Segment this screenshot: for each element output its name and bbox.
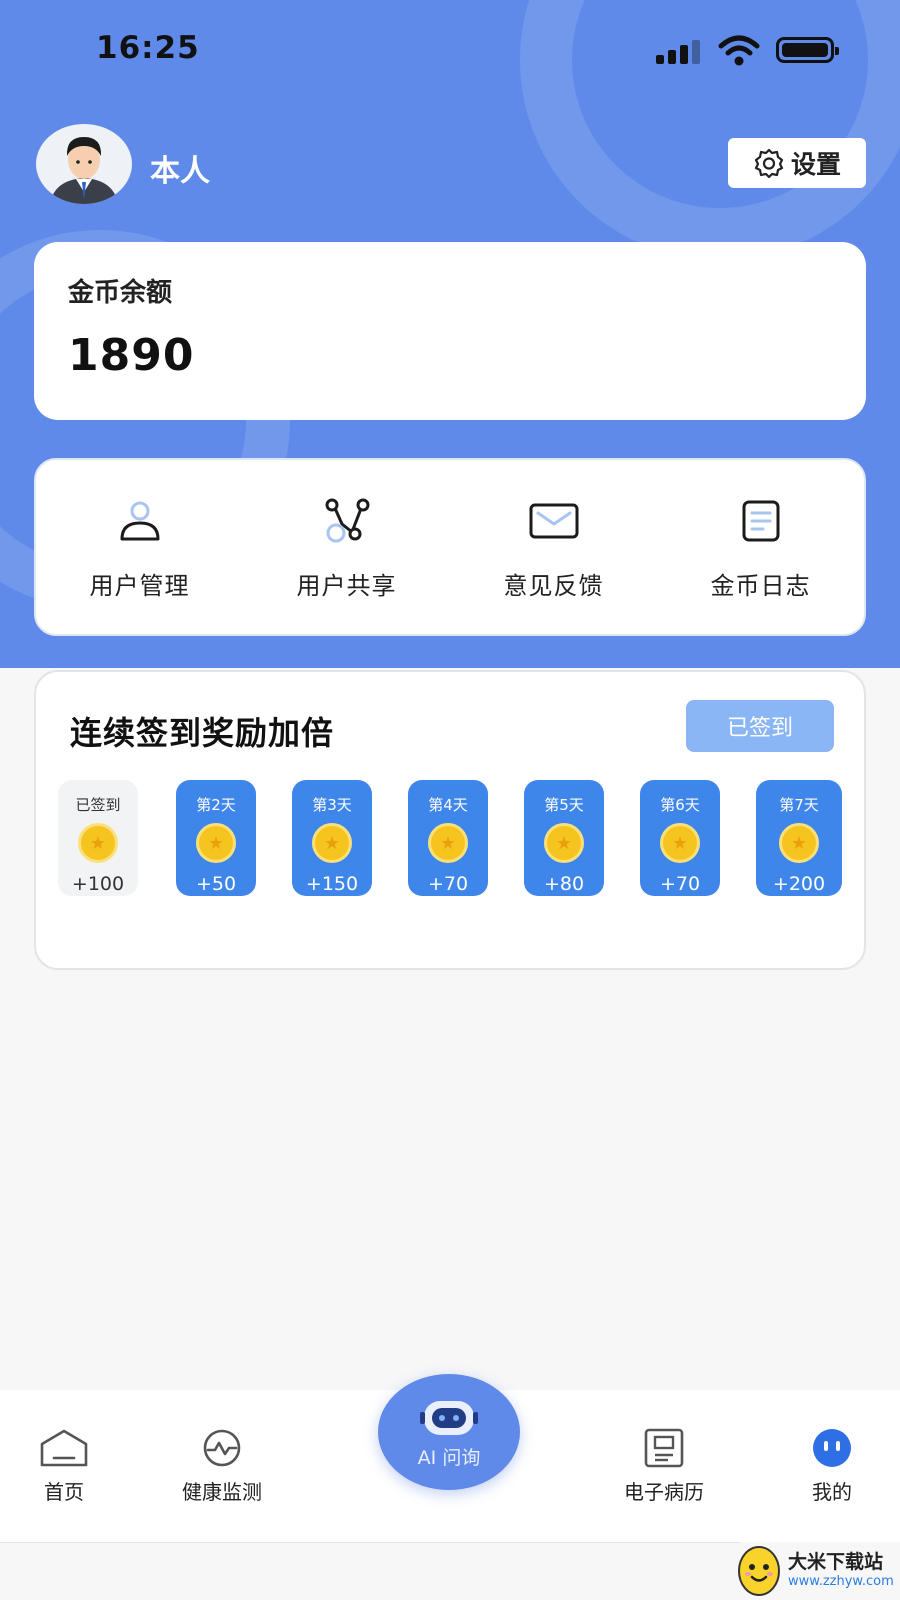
checkin-day-2[interactable]: 第2天 ★ +50 — [176, 780, 256, 896]
menu-item-coin-log[interactable]: 金币日志 — [657, 460, 864, 634]
avatar[interactable] — [36, 124, 132, 204]
settings-button[interactable]: 设置 — [728, 138, 866, 188]
document-icon — [742, 500, 779, 542]
tab-medical-records[interactable]: 电子病历 — [624, 1428, 704, 1505]
balance-value: 1890 — [68, 330, 195, 381]
watermark-url: www.zzhyw.com — [788, 1574, 894, 1589]
avatar-person-icon — [50, 137, 118, 204]
day-label: 第6天 — [660, 796, 700, 814]
tab-label: 电子病历 — [624, 1480, 704, 1504]
day-reward: +70 — [427, 873, 469, 895]
cellular-signal-icon — [656, 38, 704, 64]
tab-label: 我的 — [812, 1480, 852, 1504]
tab-label: AI 问询 — [417, 1446, 481, 1469]
tab-mine[interactable]: 我的 — [806, 1428, 858, 1505]
coin-icon: ★ — [78, 823, 118, 863]
checkin-title: 连续签到奖励加倍 — [70, 714, 335, 752]
status-time: 16:25 — [96, 30, 200, 66]
health-monitor-icon — [203, 1429, 241, 1467]
mail-icon — [529, 503, 578, 539]
menu-item-user-management[interactable]: 用户管理 — [36, 460, 243, 634]
checkin-day-4[interactable]: 第4天 ★ +70 — [408, 780, 488, 896]
day-reward: +200 — [772, 873, 826, 895]
day-label: 第2天 — [196, 796, 236, 814]
menu-item-feedback[interactable]: 意见反馈 — [450, 460, 657, 634]
menu-item-label: 意见反馈 — [503, 572, 604, 600]
checkin-card: 连续签到奖励加倍 已签到 已签到 ★ +100 第2天 ★ +50 第3天 ★ … — [34, 670, 866, 970]
home-icon — [40, 1429, 88, 1467]
coin-icon: ★ — [196, 823, 236, 863]
checkin-day-6[interactable]: 第6天 ★ +70 — [640, 780, 720, 896]
medical-record-icon — [644, 1428, 684, 1468]
function-menu: 用户管理 用户共享 意见反馈 金币日志 — [34, 458, 866, 636]
coin-balance-card: 金币余额 1890 — [34, 242, 866, 420]
settings-label: 设置 — [790, 150, 841, 179]
tab-health-monitoring[interactable]: 健康监测 — [182, 1428, 262, 1505]
ai-consult-button[interactable]: AI 问询 — [378, 1374, 520, 1490]
day-reward: +150 — [305, 873, 359, 895]
status-bar: 16:25 — [0, 0, 900, 100]
tab-label: 健康监测 — [182, 1480, 262, 1504]
checkin-day-5[interactable]: 第5天 ★ +80 — [524, 780, 604, 896]
gear-icon — [754, 148, 784, 179]
wifi-icon — [718, 35, 760, 66]
checkin-day-1[interactable]: 已签到 ★ +100 — [58, 780, 138, 896]
coin-icon: ★ — [428, 823, 468, 863]
balance-title: 金币余额 — [68, 278, 173, 308]
coin-icon: ★ — [779, 823, 819, 863]
menu-item-user-sharing[interactable]: 用户共享 — [243, 460, 450, 634]
bottom-divider — [0, 1542, 740, 1543]
menu-item-label: 金币日志 — [710, 572, 811, 600]
day-label: 第5天 — [544, 796, 584, 814]
checkin-day-7[interactable]: 第7天 ★ +200 — [756, 780, 842, 896]
share-icon — [325, 498, 369, 543]
tab-home[interactable]: 首页 — [38, 1428, 90, 1505]
coin-icon: ★ — [660, 823, 700, 863]
day-reward: +50 — [195, 873, 237, 895]
profile-name: 本人 — [150, 154, 210, 189]
tab-label: 首页 — [44, 1480, 84, 1504]
checkin-button[interactable]: 已签到 — [686, 700, 834, 752]
day-label: 第4天 — [428, 796, 468, 814]
coin-icon: ★ — [312, 823, 352, 863]
watermark-logo-icon — [738, 1546, 780, 1596]
watermark-name: 大米下载站 — [788, 1551, 884, 1573]
day-reward: +80 — [543, 873, 585, 895]
checkin-day-3[interactable]: 第3天 ★ +150 — [292, 780, 372, 896]
profile-face-icon — [813, 1429, 851, 1467]
user-icon — [120, 501, 159, 541]
watermark: 大米下载站 www.zzhyw.com — [736, 1536, 900, 1600]
day-label: 第7天 — [779, 796, 819, 814]
battery-icon — [776, 37, 839, 63]
day-label: 第3天 — [312, 796, 352, 814]
menu-item-label: 用户管理 — [89, 572, 190, 600]
menu-item-label: 用户共享 — [296, 572, 397, 600]
coin-icon: ★ — [544, 823, 584, 863]
bottom-tab-bar: 首页 健康监测 AI 问询 电子病历 我的 — [0, 1374, 900, 1542]
robot-icon — [420, 1400, 478, 1435]
day-reward: +100 — [71, 873, 125, 895]
day-reward: +70 — [659, 873, 701, 895]
day-label: 已签到 — [75, 796, 121, 814]
